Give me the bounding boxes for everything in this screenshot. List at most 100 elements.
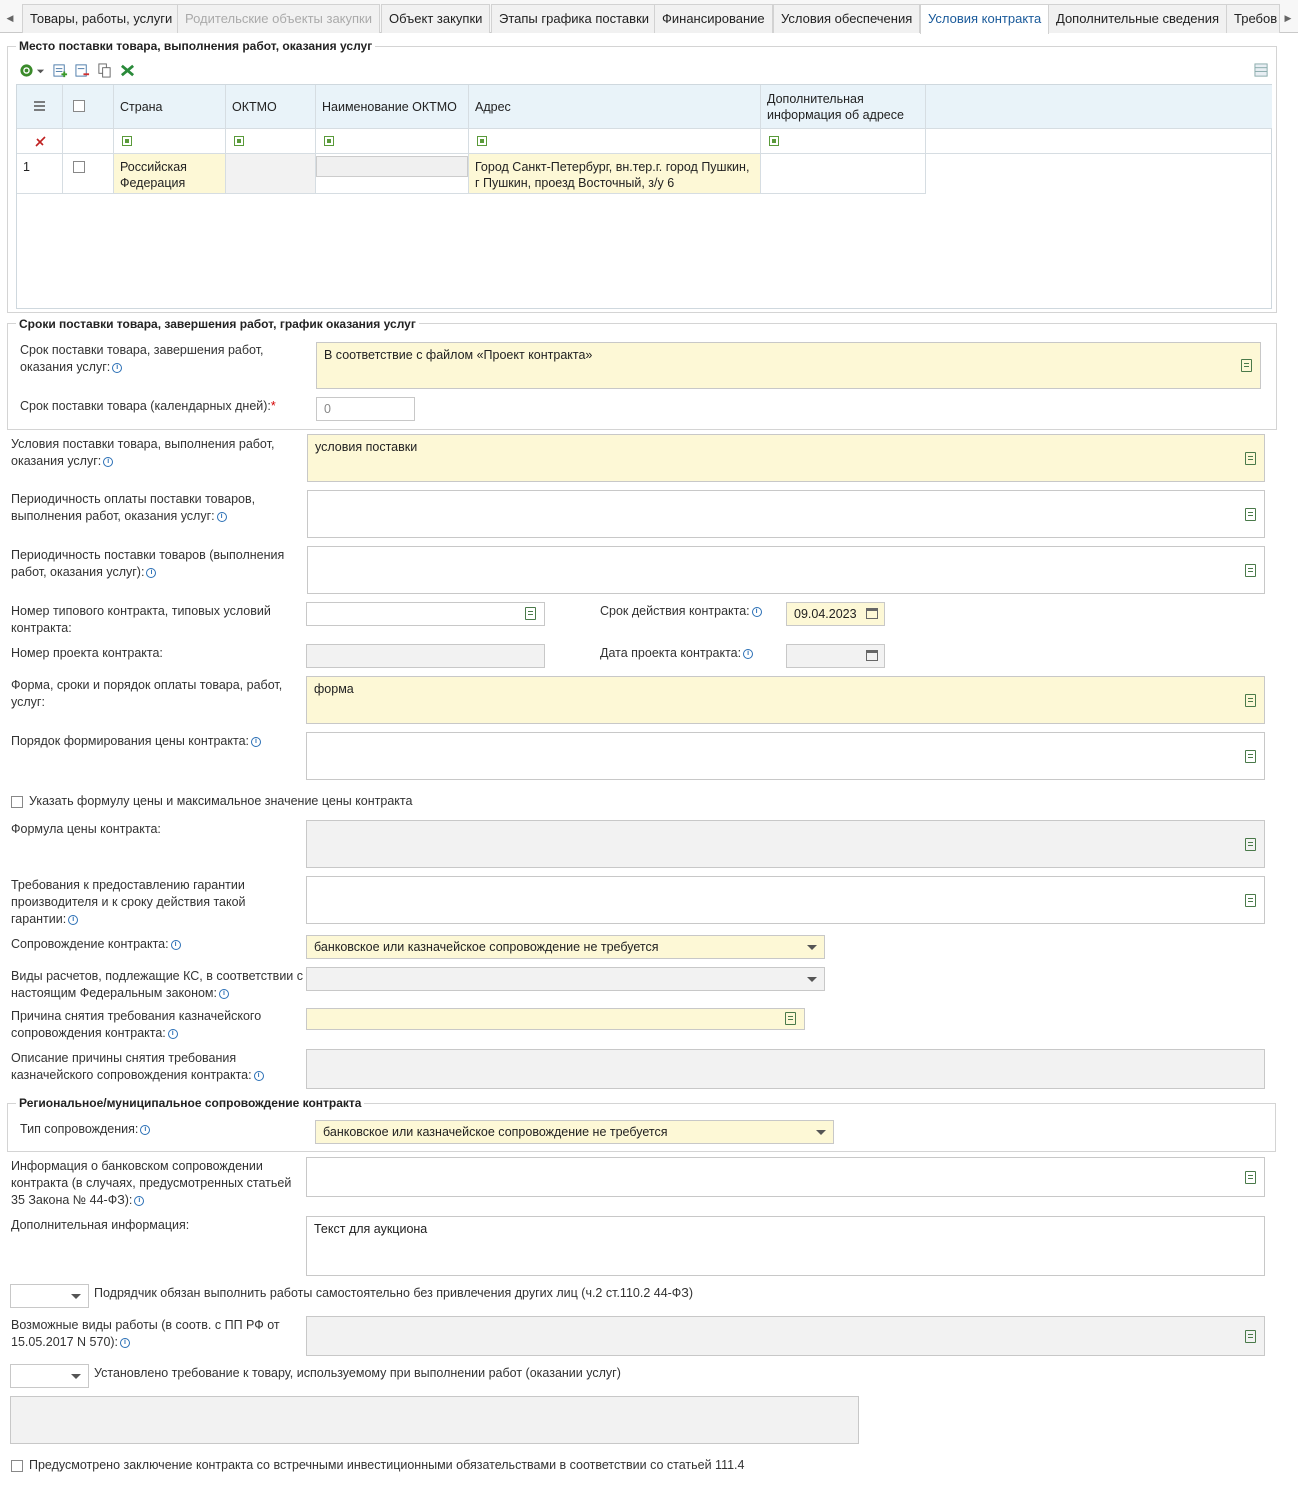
pay-period-textarea[interactable] [307,490,1265,538]
chevron-down-icon[interactable] [816,1130,826,1135]
extra-info-textarea[interactable]: Текст для аукциона [306,1216,1265,1276]
info-icon[interactable]: i [146,568,157,578]
edit-text-icon[interactable] [1245,452,1256,465]
grid-select-all-header[interactable] [63,85,114,129]
filter-clear-cell[interactable] [17,129,63,154]
reason-input[interactable] [306,1008,805,1030]
settings-icon[interactable] [19,63,34,78]
bank-info-textarea[interactable] [306,1157,1265,1197]
formula-checkbox-label[interactable]: Указать формулу цены и максимальное знач… [29,793,412,810]
info-icon[interactable]: i [216,512,227,522]
tab-security-conditions[interactable]: Условия обеспечения [773,4,921,33]
guarantee-textarea[interactable] [306,876,1265,924]
copy-icon[interactable] [97,63,112,78]
select-all-checkbox[interactable] [73,100,85,112]
tab-goods[interactable]: Товары, работы, услуги [22,4,181,33]
chevron-down-icon[interactable] [71,1294,81,1299]
edit-text-icon[interactable] [1245,1171,1256,1184]
filter-cell-oktmo[interactable] [226,129,316,154]
support-label: Сопровождение контракта: i [11,936,181,953]
edit-text-icon[interactable] [1245,564,1256,577]
edit-text-icon[interactable] [785,1012,796,1025]
tab-financing[interactable]: Финансирование [654,4,773,33]
supply-period-textarea[interactable] [307,546,1265,594]
col-header-country[interactable]: Страна [114,85,226,129]
info-icon[interactable]: i [103,457,114,467]
support-type-label: Тип сопровождения: i [20,1121,151,1138]
info-icon[interactable]: i [743,649,754,659]
row-address-cell[interactable]: Город Санкт-Петербург, вн.тер.г. город П… [469,154,761,194]
edit-text-icon[interactable] [1245,750,1256,763]
col-header-extra-info[interactable]: Дополнительная информация об адресе [761,85,926,129]
col-header-oktmo[interactable]: ОКТМО [226,85,316,129]
goods-req-select[interactable] [10,1364,89,1388]
info-icon[interactable]: i [68,915,79,925]
tab-scroll-right-icon[interactable]: ▶ [1278,4,1298,32]
edit-text-icon[interactable] [1245,508,1256,521]
extra-info-label: Дополнительная информация: [11,1218,190,1232]
menu-icon[interactable] [34,101,45,111]
chevron-down-icon[interactable] [71,1374,81,1379]
settings-dropdown-icon[interactable] [36,63,45,78]
investment-checkbox[interactable] [11,1460,23,1472]
filter-cell-address[interactable] [469,129,761,154]
info-icon[interactable]: i [751,607,762,617]
clear-filter-icon[interactable] [35,136,46,147]
grid-menu-header[interactable] [17,85,63,129]
payment-form-textarea[interactable]: форма [306,676,1265,724]
chevron-down-icon[interactable] [807,945,817,950]
contractor-select[interactable] [10,1284,89,1308]
info-icon[interactable]: i [251,737,261,747]
support-type-select[interactable]: банковское или казначейское сопровождени… [315,1120,834,1144]
row-select-cell[interactable] [63,154,114,194]
filter-cell-oktmo-name[interactable] [316,129,469,154]
info-icon[interactable]: i [134,1196,145,1206]
term-textarea[interactable]: В соответствие с файлом «Проект контракт… [316,342,1261,389]
excel-export-icon[interactable] [120,63,135,78]
filter-icon[interactable] [769,136,779,146]
filter-icon[interactable] [122,136,132,146]
tab-requirements[interactable]: Требов [1226,4,1280,33]
formula-checkbox[interactable] [11,796,23,808]
row-country-cell[interactable]: Российская Федерация [114,154,226,194]
tab-procurement-object[interactable]: Объект закупки [381,4,491,33]
tab-scroll-left-icon[interactable]: ◀ [0,4,20,32]
edit-text-icon[interactable] [1241,359,1252,372]
days-input[interactable]: 0 [316,397,415,421]
calendar-icon[interactable] [866,608,878,619]
info-icon[interactable]: i [170,940,181,950]
row-checkbox[interactable] [73,161,85,173]
conditions-textarea[interactable]: условия поставки [307,434,1265,482]
tab-contract-conditions[interactable]: Условия контракта [920,4,1050,34]
support-select[interactable]: банковское или казначейское сопровождени… [306,935,825,959]
info-icon[interactable]: i [219,989,229,999]
info-icon[interactable]: i [167,1029,178,1039]
info-icon[interactable]: i [253,1071,264,1081]
filter-cell-extra[interactable] [761,129,926,154]
delete-row-icon[interactable] [75,63,90,78]
row-oktmo-cell[interactable] [226,154,316,194]
investment-label[interactable]: Предусмотрено заключение контракта со вс… [29,1457,744,1474]
filter-cell-country[interactable] [114,129,226,154]
filter-icon[interactable] [477,136,487,146]
typical-contract-input[interactable] [306,602,545,626]
tab-additional-info[interactable]: Дополнительные сведения [1048,4,1228,33]
add-row-icon[interactable] [53,63,68,78]
row-extra-cell[interactable] [761,154,926,194]
info-icon[interactable]: i [112,363,123,373]
row-oktmo-name-cell[interactable] [316,154,469,194]
info-icon[interactable]: i [120,1338,131,1348]
edit-text-icon[interactable] [525,607,536,620]
edit-text-icon[interactable] [1245,894,1256,907]
filter-icon[interactable] [234,136,244,146]
info-icon[interactable]: i [140,1125,151,1135]
col-header-oktmo-name[interactable]: Наименование ОКТМО [316,85,469,129]
validity-date-input[interactable]: 09.04.2023 [786,602,885,626]
filter-icon[interactable] [324,136,334,146]
grid-settings-icon[interactable] [1254,63,1269,78]
col-header-address[interactable]: Адрес [469,85,761,129]
goods-req-label: Установлено требование к товару, использ… [94,1366,621,1380]
price-order-textarea[interactable] [306,732,1265,780]
tab-delivery-stages[interactable]: Этапы графика поставки [491,4,658,33]
edit-text-icon[interactable] [1245,694,1256,707]
